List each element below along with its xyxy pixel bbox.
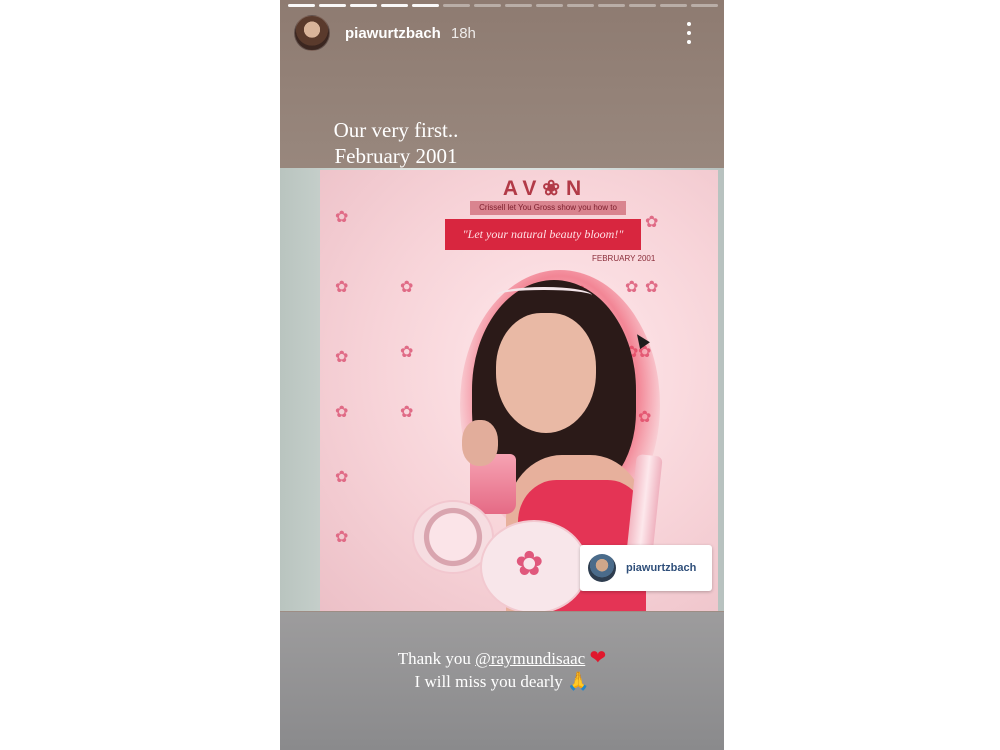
model-face	[496, 313, 596, 433]
progress-segment	[629, 4, 656, 7]
progress-segment	[660, 4, 687, 7]
more-vertical-icon[interactable]	[686, 22, 692, 44]
story-viewer[interactable]: piawurtzbach 18h Our very first.. Februa…	[280, 0, 724, 750]
progress-segment	[536, 4, 563, 7]
flower-decoration: ✿	[645, 214, 659, 231]
progress-segment	[505, 4, 532, 7]
progress-segment	[474, 4, 501, 7]
story-caption-top: Our very first.. February 2001	[280, 117, 512, 169]
mention-sticker-username: piawurtzbach	[626, 562, 697, 574]
model-headband	[496, 287, 592, 304]
progress-segment	[598, 4, 625, 7]
story-caption-bottom: Thank you @raymundisaac ❤ I will miss yo…	[280, 647, 724, 693]
flower-decoration: ✿	[400, 279, 414, 296]
progress-segment	[567, 4, 594, 7]
mention-sticker[interactable]: piawurtzbach	[580, 545, 712, 591]
heart-icon: ❤	[589, 647, 607, 669]
avatar[interactable]	[294, 15, 330, 51]
miss-you-text: I will miss you dearly	[414, 672, 563, 691]
story-timestamp: 18h	[450, 24, 476, 42]
story-progress-bar	[288, 4, 718, 7]
flower-decoration: ✿	[625, 279, 639, 296]
flower-decoration: ✿	[335, 469, 349, 486]
flower-decoration: ✿	[400, 404, 414, 421]
flower-decoration: ✿	[335, 209, 349, 226]
thank-you-text: Thank you	[397, 649, 471, 668]
flower-decoration: ✿	[515, 545, 544, 583]
caption-line-1: Our very first..	[333, 118, 459, 142]
flower-decoration: ✿	[645, 279, 659, 296]
progress-segment	[288, 4, 315, 7]
poster-date: FEBRUARY 2001	[592, 254, 656, 263]
flower-decoration: ✿	[335, 349, 349, 366]
flower-decoration: ✿	[335, 404, 349, 421]
progress-segment	[381, 4, 408, 7]
progress-segment	[412, 4, 439, 7]
username[interactable]: piawurtzbach	[345, 25, 441, 42]
progress-segment	[443, 4, 470, 7]
story-photo: ✿ ✿ ✿ ✿ ✿ ✿ ✿ ✿ ✿ ✿ ✿ ✿ ✿ ✿ ✿ ✿ ✿ ✿ ✿ AV…	[280, 168, 724, 611]
caption-miss-line: I will miss you dearly 🙏	[280, 670, 724, 693]
progress-segment	[691, 4, 718, 7]
flower-decoration: ✿	[335, 529, 349, 546]
progress-segment	[319, 4, 346, 7]
poster-tagline: "Let your natural beauty bloom!"	[445, 219, 641, 250]
flower-decoration: ✿	[335, 279, 349, 296]
poster-brand: AV❀N	[502, 177, 588, 200]
model-hand	[462, 420, 498, 466]
caption-thanks-line: Thank you @raymundisaac ❤	[280, 647, 724, 670]
story-header: piawurtzbach 18h	[294, 14, 714, 52]
pray-icon: 🙏	[567, 671, 590, 691]
flower-decoration: ✿	[400, 344, 414, 361]
mention-link[interactable]: @raymundisaac	[475, 649, 585, 668]
caption-line-2: February 2001	[334, 144, 458, 168]
poster-subline: Crissell let You Gross show you how to	[470, 201, 626, 215]
avatar	[588, 554, 616, 582]
progress-segment	[350, 4, 377, 7]
